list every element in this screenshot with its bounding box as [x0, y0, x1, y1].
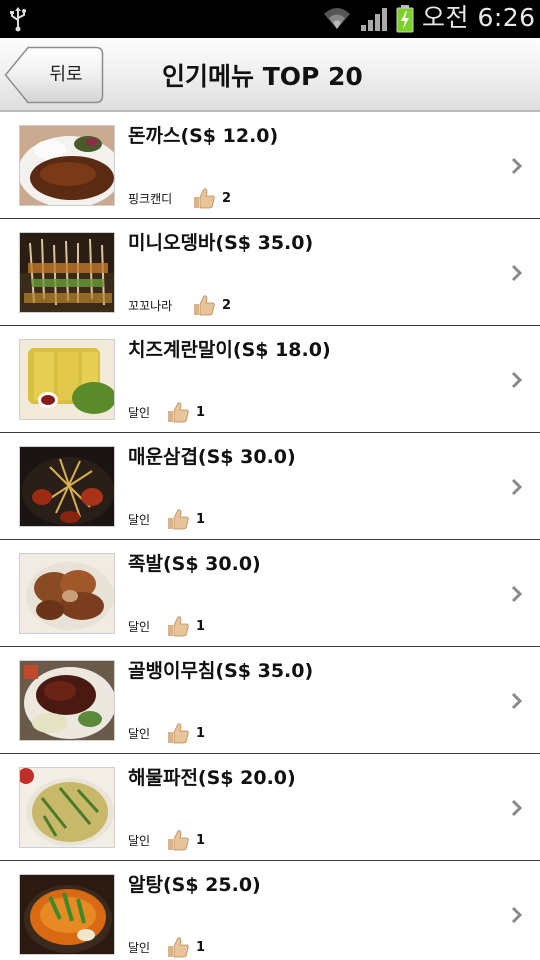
menu-item-title: 골뱅이무침(S$ 35.0) — [128, 660, 314, 682]
status-bar: 오전 6:26 — [0, 0, 540, 38]
thumbs-up-icon — [168, 937, 189, 958]
thumbs-up-icon — [168, 402, 189, 423]
signal-icon — [361, 8, 387, 31]
like-count: 1 — [196, 512, 206, 527]
chevron-right-icon — [511, 264, 523, 282]
menu-item-title: 해물파전(S$ 20.0) — [128, 767, 296, 789]
list-item[interactable]: 미니오뎅바(S$ 35.0) 꼬꼬나라 2 — [0, 219, 540, 326]
dish-photo-mini-odeng-bar — [19, 232, 115, 313]
like-count: 1 — [196, 619, 206, 634]
back-button[interactable]: 뒤로 — [4, 46, 104, 104]
battery-charging-icon — [396, 5, 414, 33]
list-item[interactable]: 돈까스(S$ 12.0) 핑크캔디 2 — [0, 112, 540, 219]
menu-item-title: 돈까스(S$ 12.0) — [128, 125, 279, 147]
list-item[interactable]: 치즈계란말이(S$ 18.0) 달인 1 — [0, 326, 540, 433]
chevron-right-icon — [511, 906, 523, 924]
dish-photo-haemul-pajeon — [19, 767, 115, 848]
like-count: 2 — [222, 298, 232, 313]
chevron-right-icon — [511, 478, 523, 496]
thumbs-up-icon — [168, 509, 189, 530]
chevron-right-icon — [511, 585, 523, 603]
dish-photo-golbaengi-muchim — [19, 660, 115, 741]
thumbs-up-icon — [168, 830, 189, 851]
like-count: 1 — [196, 833, 206, 848]
like-count: 1 — [196, 940, 206, 955]
menu-item-user: 달인 — [128, 727, 151, 741]
wifi-icon — [324, 8, 350, 29]
menu-list: 돈까스(S$ 12.0) 핑크캔디 2 미니오뎅바(S$ 35.0) 꼬꼬나라 … — [0, 112, 540, 960]
list-item[interactable]: 족발(S$ 30.0) 달인 1 — [0, 540, 540, 647]
chevron-right-icon — [511, 692, 523, 710]
dish-photo-cheese-egg-roll — [19, 339, 115, 420]
menu-item-user: 달인 — [128, 941, 151, 955]
list-item[interactable]: 골뱅이무침(S$ 35.0) 달인 1 — [0, 647, 540, 754]
list-item[interactable]: 해물파전(S$ 20.0) 달인 1 — [0, 754, 540, 861]
menu-item-user: 꼬꼬나라 — [128, 299, 173, 313]
thumbs-up-icon — [168, 616, 189, 637]
title-bar: 뒤로 인기메뉴 TOP 20 — [0, 38, 540, 112]
list-item[interactable]: 매운삼겹(S$ 30.0) 달인 1 — [0, 433, 540, 540]
dish-photo-spicy-pork-belly — [19, 446, 115, 527]
like-count: 1 — [196, 405, 206, 420]
chevron-right-icon — [511, 371, 523, 389]
chevron-right-icon — [511, 157, 523, 175]
menu-item-title: 치즈계란말이(S$ 18.0) — [128, 339, 331, 361]
thumbs-up-icon — [194, 295, 215, 316]
menu-item-user: 달인 — [128, 834, 151, 848]
dish-photo-jokbal — [19, 553, 115, 634]
list-item[interactable]: 알탕(S$ 25.0) 달인 1 — [0, 861, 540, 960]
like-count: 2 — [222, 191, 232, 206]
page-title: 인기메뉴 TOP 20 — [162, 62, 363, 91]
menu-item-title: 알탕(S$ 25.0) — [128, 874, 261, 896]
menu-item-user: 달인 — [128, 406, 151, 420]
usb-icon — [10, 7, 26, 32]
dish-photo-altang — [19, 874, 115, 955]
status-clock: 오전 6:26 — [422, 3, 536, 32]
like-count: 1 — [196, 726, 206, 741]
menu-item-title: 족발(S$ 30.0) — [128, 553, 261, 575]
thumbs-up-icon — [194, 188, 215, 209]
menu-item-user: 달인 — [128, 620, 151, 634]
menu-item-user: 달인 — [128, 513, 151, 527]
back-button-label: 뒤로 — [49, 64, 83, 85]
menu-item-user: 핑크캔디 — [128, 192, 173, 206]
menu-item-title: 매운삼겹(S$ 30.0) — [128, 446, 296, 468]
thumbs-up-icon — [168, 723, 189, 744]
chevron-right-icon — [511, 799, 523, 817]
menu-item-title: 미니오뎅바(S$ 35.0) — [128, 232, 314, 254]
dish-photo-donkatsu — [19, 125, 115, 206]
